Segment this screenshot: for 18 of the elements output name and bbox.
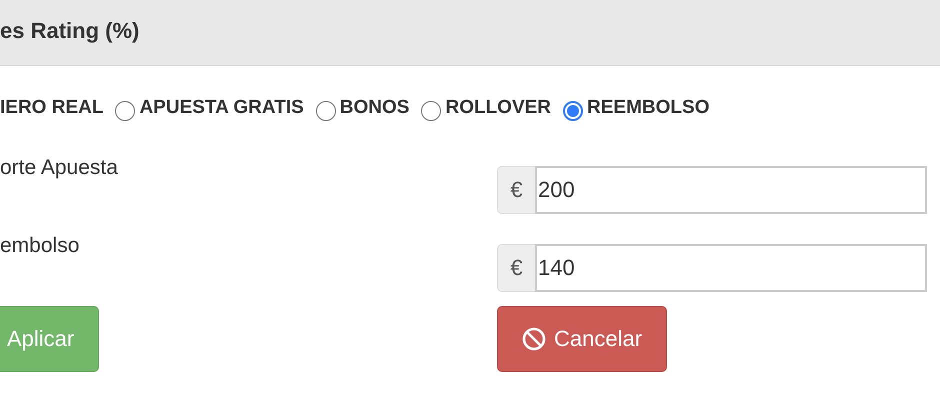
field-label: orte Apuesta — [0, 155, 119, 180]
radio-button[interactable] — [421, 100, 442, 120]
field-label: embolso — [0, 233, 80, 258]
radio-label: IERO REAL — [0, 97, 104, 119]
ban-icon — [522, 327, 546, 351]
amount-input[interactable]: 140 — [535, 244, 927, 292]
panel-title: es Rating (%) — [0, 18, 140, 44]
radio-label: REEMBOLSO — [587, 97, 710, 119]
radio-button[interactable] — [115, 100, 136, 120]
cancel-button[interactable]: Cancelar — [497, 306, 668, 372]
radio-label: APUESTA GRATIS — [139, 97, 304, 119]
radio-button[interactable] — [563, 100, 584, 120]
currency-addon: € — [497, 244, 535, 292]
currency-addon: € — [497, 166, 535, 214]
radio-label: ROLLOVER — [445, 97, 552, 119]
radio-button[interactable] — [316, 100, 336, 120]
radio-label: BONOS — [340, 97, 410, 119]
amount-input[interactable]: 200 — [535, 166, 927, 214]
